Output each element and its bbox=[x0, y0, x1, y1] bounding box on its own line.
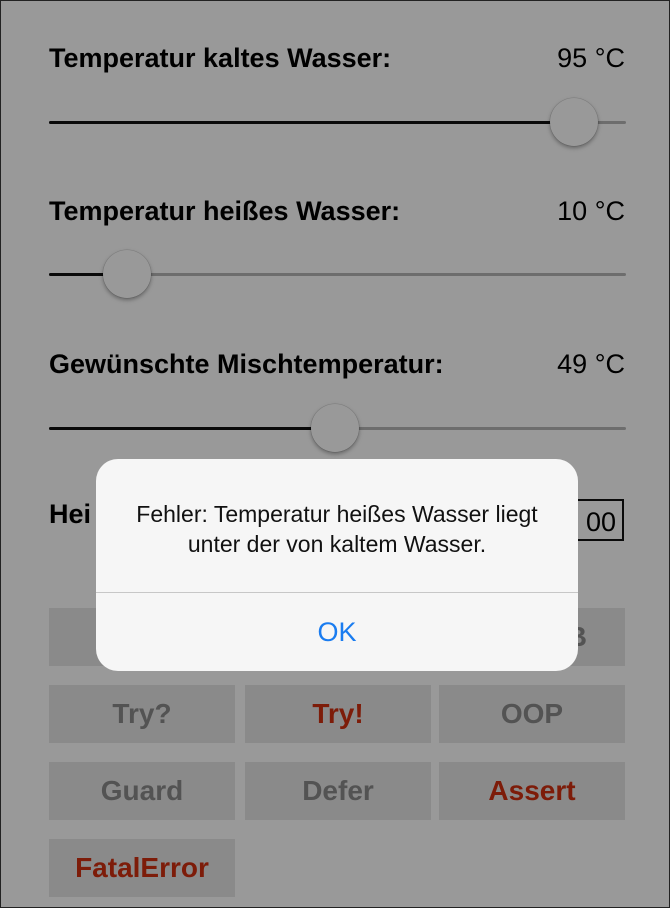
alert-ok-button[interactable]: OK bbox=[96, 593, 578, 671]
error-alert: Fehler: Temperatur heißes Wasser liegt u… bbox=[96, 459, 578, 671]
modal-backdrop bbox=[1, 1, 669, 907]
alert-message: Fehler: Temperatur heißes Wasser liegt u… bbox=[136, 501, 538, 557]
app-screen: Temperatur kaltes Wasser: 95 °C Temperat… bbox=[0, 0, 670, 908]
